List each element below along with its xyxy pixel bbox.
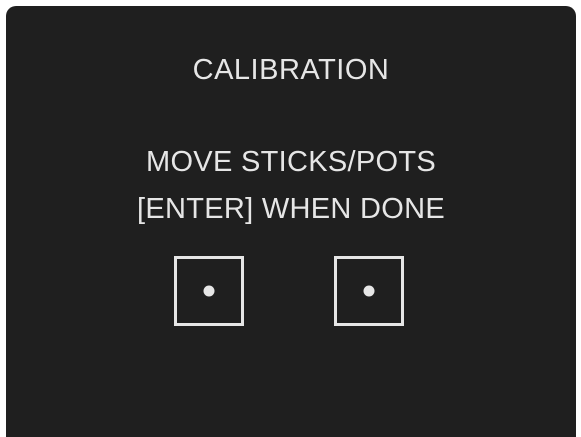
left-stick-dot-icon	[203, 285, 215, 297]
right-stick-dot-icon	[363, 285, 375, 297]
instruction-line-2: [ENTER] WHEN DONE	[137, 193, 445, 225]
screen-title: CALIBRATION	[192, 54, 390, 86]
left-stick-box	[174, 256, 244, 326]
right-stick-box	[334, 256, 404, 326]
calibration-screen: CALIBRATION MOVE STICKS/POTS [ENTER] WHE…	[6, 6, 576, 437]
instruction-line-1: MOVE STICKS/POTS	[145, 146, 436, 178]
